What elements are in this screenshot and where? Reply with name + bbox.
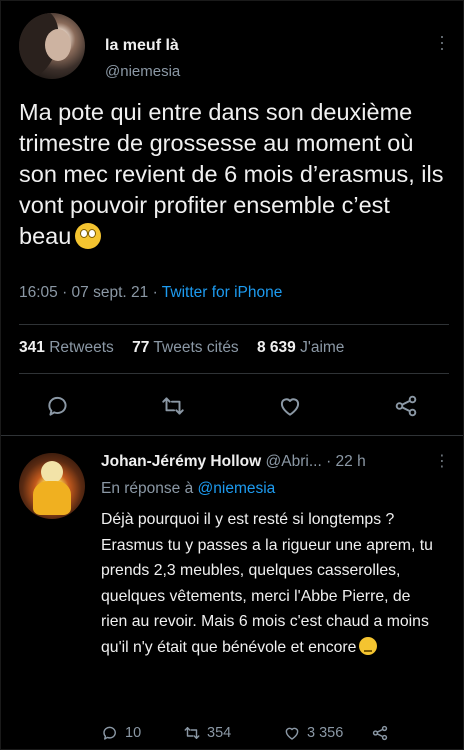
reply-icon xyxy=(103,726,116,740)
likes-stat[interactable]: 8 639 J'aime xyxy=(257,339,344,356)
reply-reply-count: 10 xyxy=(125,725,142,741)
reply-text: Déjà pourquoi il y est resté si longtemp… xyxy=(101,507,433,660)
reply-author-name[interactable]: Johan-Jérémy Hollow xyxy=(101,453,261,470)
reply-actions: 10 354 3 356 xyxy=(101,723,441,743)
likes-count: 8 639 xyxy=(257,339,296,356)
retweets-stat[interactable]: 341 Retweets xyxy=(19,339,114,356)
reply-icon[interactable] xyxy=(45,393,71,419)
author-avatar[interactable] xyxy=(19,13,85,79)
quotes-stat[interactable]: 77 Tweets cités xyxy=(132,339,239,356)
retweet-icon[interactable] xyxy=(160,393,186,419)
reply-share-button[interactable] xyxy=(371,723,389,743)
tweet-header: la meuf là @niemesia · · · xyxy=(19,13,449,85)
author-name[interactable]: la meuf là xyxy=(105,37,179,55)
like-icon xyxy=(285,727,299,740)
rolling-eyes-emoji-icon xyxy=(75,223,102,249)
reply-like-button[interactable]: 3 356 xyxy=(283,723,343,743)
share-icon xyxy=(372,725,388,741)
thinking-emoji-icon xyxy=(359,636,378,655)
author-handle[interactable]: @niemesia xyxy=(105,63,180,80)
reply-text-content: Déjà pourquoi il y est resté si longtemp… xyxy=(101,511,433,656)
reply-like-count: 3 356 xyxy=(307,725,344,741)
share-icon[interactable] xyxy=(393,393,419,419)
tweet-actions xyxy=(45,393,425,419)
reply-header: Johan-Jérémy Hollow @Abri... · 22 h xyxy=(101,453,366,471)
reply-retweet-count: 354 xyxy=(207,725,232,741)
like-icon[interactable] xyxy=(277,393,303,419)
reply-retweet-button[interactable]: 354 xyxy=(183,723,231,743)
reply-timestamp[interactable]: · 22 h xyxy=(326,453,366,470)
divider xyxy=(19,324,449,325)
more-icon[interactable]: · · · xyxy=(439,27,445,57)
tweet-stats: 341 Retweets 77 Tweets cités 8 639 J'aim… xyxy=(19,339,344,357)
likes-label: J'aime xyxy=(300,339,345,356)
divider xyxy=(1,435,463,436)
quotes-count: 77 xyxy=(132,339,150,356)
replying-to-prefix: En réponse à xyxy=(101,480,194,497)
tweet-text: Ma pote qui entre dans son deuxième trim… xyxy=(19,97,447,252)
reply-author-avatar[interactable] xyxy=(19,453,85,519)
tweet-timestamp[interactable]: 16:05 · 07 sept. 21 · xyxy=(19,284,158,301)
tweet-page: la meuf là @niemesia · · · Ma pote qui ent… xyxy=(0,0,464,750)
retweet-icon xyxy=(184,727,200,739)
replying-to-handle[interactable]: @niemesia xyxy=(198,480,276,497)
retweets-count: 341 xyxy=(19,339,45,356)
reply-more-icon[interactable]: ⋮ xyxy=(434,451,451,471)
replying-to: En réponse à @niemesia xyxy=(101,480,275,498)
reply-reply-button[interactable]: 10 xyxy=(101,723,141,743)
quotes-label: Tweets cités xyxy=(153,339,239,356)
tweet-meta: 16:05 · 07 sept. 21 · Twitter for iPhone xyxy=(19,284,282,302)
reply-author-handle[interactable]: @Abri... xyxy=(266,453,322,470)
retweets-label: Retweets xyxy=(49,339,114,356)
divider xyxy=(19,373,449,374)
tweet-source[interactable]: Twitter for iPhone xyxy=(162,284,283,301)
